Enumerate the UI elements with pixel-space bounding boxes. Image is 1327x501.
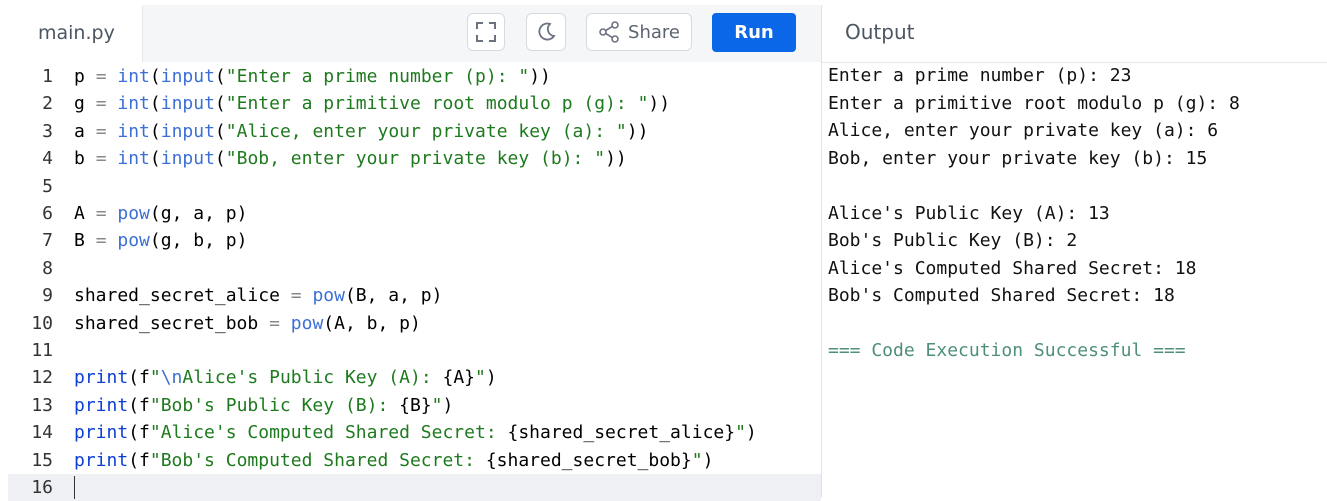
output-line: Enter a primitive root modulo p (g): 8 xyxy=(828,92,1240,114)
output-title: Output xyxy=(845,20,915,44)
output-console: Enter a prime number (p): 23 Enter a prim… xyxy=(828,62,1323,365)
code-line[interactable]: 1 p = int(input("Enter a prime number (p)… xyxy=(8,63,821,90)
line-number: 12 xyxy=(31,367,53,389)
code-line[interactable]: 7 B = pow(g, b, p) xyxy=(8,227,821,254)
line-number: 2 xyxy=(42,93,53,115)
code-text[interactable]: shared_secret_alice = pow(B, a, p) xyxy=(74,282,443,309)
output-line: Bob's Public Key (B): 2 xyxy=(828,230,1078,251)
line-number: 10 xyxy=(31,312,53,334)
code-line[interactable]: 12 print(f"\nAlice's Public Key (A): {A}"… xyxy=(8,364,821,391)
output-header: Output xyxy=(822,5,1327,63)
code-text[interactable]: print(f"Alice's Computed Shared Secret: … xyxy=(74,419,757,446)
code-text[interactable]: g = int(input("Enter a primitive root mo… xyxy=(74,90,670,117)
theme-toggle-button[interactable] xyxy=(526,13,566,51)
code-line[interactable]: 4 b = int(input("Bob, enter your private … xyxy=(8,145,821,172)
line-number: 8 xyxy=(42,257,53,279)
output-line: Enter a prime number (p): 23 xyxy=(828,65,1132,86)
code-line[interactable]: 13 print(f"Bob's Public Key (B): {B}") xyxy=(8,392,821,419)
run-button[interactable]: Run xyxy=(712,13,796,52)
code-text[interactable]: print(f"Bob's Computed Shared Secret: {s… xyxy=(74,447,713,474)
line-number: 14 xyxy=(31,422,53,444)
line-number: 7 xyxy=(42,230,53,252)
pane-divider[interactable] xyxy=(821,5,822,497)
success-message: === Code Execution Successful === xyxy=(828,340,1186,361)
code-line[interactable]: 11 xyxy=(8,337,821,364)
line-number: 5 xyxy=(42,175,53,197)
code-text[interactable]: A = pow(g, a, p) xyxy=(74,200,247,227)
code-text[interactable]: print(f"Bob's Public Key (B): {B}") xyxy=(74,392,453,419)
line-number: 1 xyxy=(42,66,53,87)
share-button[interactable]: Share xyxy=(586,13,692,51)
code-text[interactable]: p = int(input("Enter a prime number (p):… xyxy=(74,63,551,90)
line-number: 3 xyxy=(42,120,53,142)
code-line[interactable]: 10 shared_secret_bob = pow(A, b, p) xyxy=(8,310,821,337)
code-line[interactable]: 5 xyxy=(8,173,821,200)
share-icon xyxy=(599,21,619,43)
fullscreen-icon xyxy=(476,22,496,42)
code-line[interactable]: 8 xyxy=(8,255,821,282)
moon-icon xyxy=(538,22,556,41)
share-label: Share xyxy=(628,21,680,43)
code-line[interactable]: 14 print(f"Alice's Computed Shared Secret… xyxy=(8,419,821,446)
code-line[interactable]: 2 g = int(input("Enter a primitive root m… xyxy=(8,90,821,117)
code-line[interactable]: 6 A = pow(g, a, p) xyxy=(8,200,821,227)
code-text[interactable]: b = int(input("Bob, enter your private k… xyxy=(74,145,627,172)
output-line: Alice, enter your private key (a): 6 xyxy=(828,120,1219,141)
output-line: Alice's Computed Shared Secret: 18 xyxy=(828,257,1197,279)
code-text[interactable]: print(f"\nAlice's Public Key (A): {A}") xyxy=(74,364,497,391)
code-editor[interactable]: 1 p = int(input("Enter a prime number (p)… xyxy=(8,62,821,501)
line-number: 11 xyxy=(31,340,53,361)
line-number: 6 xyxy=(42,203,53,224)
file-tab-main[interactable]: main.py xyxy=(8,5,143,63)
text-cursor xyxy=(74,476,75,499)
output-line: Bob's Computed Shared Secret: 18 xyxy=(828,285,1175,306)
output-line: Alice's Public Key (A): 13 xyxy=(828,202,1110,224)
line-number: 15 xyxy=(31,449,53,471)
code-line[interactable]: 9 shared_secret_alice = pow(B, a, p) xyxy=(8,282,821,309)
code-text[interactable]: a = int(input("Alice, enter your private… xyxy=(74,118,648,145)
code-line[interactable]: 15 print(f"Bob's Computed Shared Secret: … xyxy=(8,447,821,474)
code-text[interactable]: shared_secret_bob = pow(A, b, p) xyxy=(74,310,421,337)
code-text[interactable]: B = pow(g, b, p) xyxy=(74,227,247,254)
line-number: 9 xyxy=(42,285,53,307)
output-line: Bob, enter your private key (b): 15 xyxy=(828,147,1208,169)
fullscreen-button[interactable] xyxy=(467,13,505,51)
file-tab-label: main.py xyxy=(38,22,115,44)
line-number: 13 xyxy=(31,394,53,416)
code-line[interactable]: 3 a = int(input("Alice, enter your privat… xyxy=(8,118,821,145)
line-number: 4 xyxy=(42,148,53,170)
